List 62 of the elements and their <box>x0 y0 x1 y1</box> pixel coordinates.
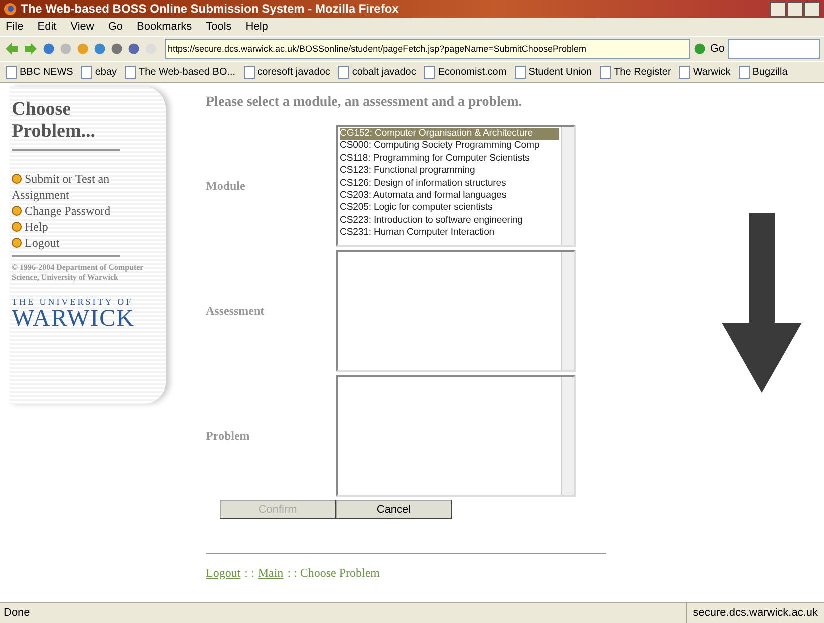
list-option[interactable]: CS223: Introduction to software engineering <box>340 214 559 228</box>
scrollbar[interactable] <box>561 377 574 495</box>
menu-item[interactable]: Bookmarks <box>137 21 192 33</box>
browser-icon <box>4 2 17 16</box>
bullet-icon <box>12 206 22 216</box>
scrollbar[interactable] <box>561 127 574 245</box>
list-option[interactable]: CS126: Design of information structures <box>340 178 559 190</box>
down-arrow-icon <box>722 212 802 392</box>
list-option[interactable]: CS118: Programming for Computer Scientists <box>340 152 559 166</box>
bookmark[interactable]: ebay <box>81 66 118 78</box>
bookmark[interactable]: Economist.com <box>424 66 507 78</box>
bookmark[interactable]: coresoft javadoc <box>244 66 330 78</box>
logo-text: THE UNIVERSITY OF <box>12 297 134 307</box>
scrollbar[interactable] <box>561 252 574 370</box>
sidebar-heading: Choose Problem... <box>12 99 120 151</box>
page-heading: Please select a module, an assessment and a problem. <box>206 95 524 111</box>
back-icon[interactable] <box>4 41 20 57</box>
list-option[interactable]: CS000: Computing Society Programming Comp <box>340 140 559 153</box>
bookmark[interactable]: cobalt javadoc <box>338 66 416 78</box>
list-option[interactable]: CG152: Computer Organisation & Architecture <box>340 128 559 140</box>
bookmark[interactable]: BBC NEWS <box>6 66 74 78</box>
bullet-icon <box>12 238 22 248</box>
search-field[interactable] <box>728 39 820 59</box>
bookmark[interactable]: The Register <box>600 66 672 78</box>
address-field[interactable]: https://secure.dcs.warwick.ac.uk/BOSSonline/student/pageFetch.jsp?pageName=SubmitChooseProblem <box>165 39 690 59</box>
menu-item[interactable]: Tools <box>206 21 232 33</box>
form-button[interactable]: Cancel <box>336 500 452 519</box>
logo-wordmark: WARWICK <box>12 307 136 331</box>
sidebar-link[interactable]: Help <box>12 219 120 235</box>
sidebar-link[interactable]: Submit or Test an Assignment <box>12 171 120 203</box>
menu-item[interactable]: View <box>70 21 94 33</box>
list-option[interactable]: CS203: Automata and formal languages <box>340 190 559 202</box>
breadcrumb-text: : : <box>244 566 254 581</box>
go-button[interactable]: Go <box>710 43 725 55</box>
bookmark[interactable]: Warwick <box>679 66 731 78</box>
minimize-button[interactable] <box>770 2 786 16</box>
field-label: Module <box>206 178 246 194</box>
bookmark[interactable]: The Web-based BO... <box>125 66 236 78</box>
bullet-icon <box>12 222 22 232</box>
breadcrumb-text: : : Choose Problem <box>288 566 380 581</box>
close-button[interactable] <box>804 2 820 16</box>
menu-item[interactable]: Go <box>108 21 124 33</box>
list-option[interactable]: CS205: Logic for computer scientists <box>340 202 559 215</box>
forward-icon[interactable] <box>23 41 39 57</box>
list-box[interactable] <box>336 125 576 247</box>
menu-item[interactable]: Edit <box>38 21 57 33</box>
sidebar-link[interactable]: Change Password <box>12 203 120 219</box>
bookmark[interactable]: Bugzilla <box>738 66 788 78</box>
bullet-icon <box>12 174 22 184</box>
field-label: Problem <box>206 428 251 444</box>
list-option[interactable]: CS231: Human Computer Interaction <box>340 227 559 240</box>
sidebar-link[interactable]: Logout <box>12 235 120 251</box>
copyright-text: © 1996-2004 Department of Computer Science, University of Warwick <box>12 263 145 283</box>
menu-item[interactable]: File <box>6 21 24 33</box>
menu-item[interactable]: Help <box>246 21 268 33</box>
field-label: Assessment <box>206 304 266 318</box>
bookmark[interactable]: Student Union <box>514 66 592 78</box>
window-title: The Web-based BOSS Online Submission System - Mozilla Firefox <box>21 2 399 16</box>
status-host: secure.dcs.warwick.ac.uk <box>686 603 824 623</box>
list-option[interactable]: CS123: Functional programming <box>340 165 559 178</box>
status-text: Done <box>3 607 32 619</box>
restore-button[interactable] <box>787 2 803 16</box>
